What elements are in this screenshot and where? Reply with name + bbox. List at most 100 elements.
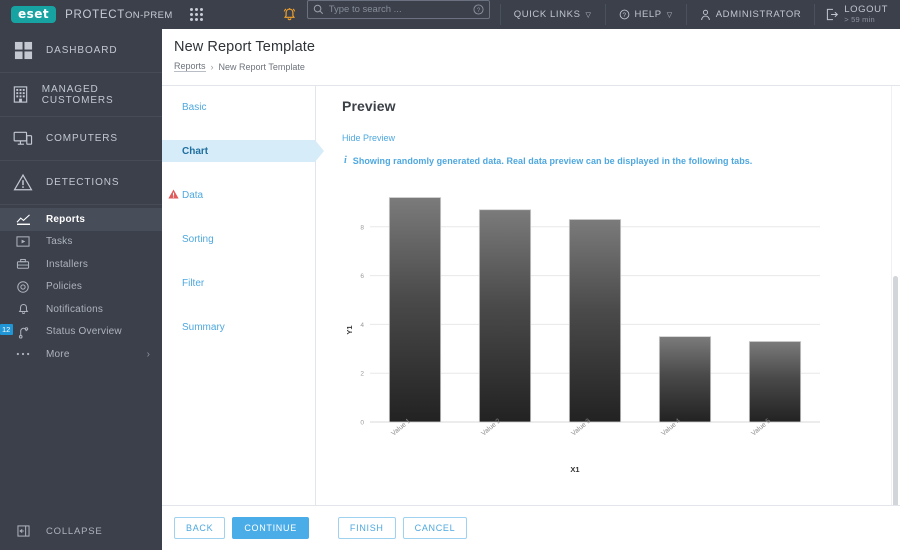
page-header: New Report Template Reports › New Report… (162, 29, 900, 86)
svg-text:4: 4 (360, 322, 364, 329)
sidebar-item-label: Tasks (46, 236, 73, 248)
eset-logo: eset (11, 6, 57, 23)
search-box[interactable]: ? (306, 0, 490, 19)
quick-links-label: QUICK LINKS (513, 9, 581, 20)
administrator-menu[interactable]: ADMINISTRATOR (687, 0, 815, 29)
user-icon (700, 9, 710, 20)
tab-label: Chart (182, 145, 209, 157)
continue-button[interactable]: CONTINUE (232, 517, 309, 539)
breadcrumb-separator-icon: › (210, 61, 214, 72)
bell-icon (0, 302, 46, 316)
product-name: PROTECTON-PREM (65, 9, 173, 21)
scrollbar-thumb[interactable] (893, 276, 898, 511)
sidebar-item-reports[interactable]: Reports (0, 208, 162, 231)
chevron-down-icon: ▽ (585, 11, 592, 19)
sidebar-item-label: Installers (46, 258, 89, 270)
sidebar-item-label: DASHBOARD (46, 45, 118, 56)
product-suffix-text: ON-PREM (125, 9, 173, 21)
breadcrumb-link-reports[interactable]: Reports (174, 61, 206, 72)
vertical-scrollbar[interactable] (891, 86, 900, 550)
svg-text:?: ? (476, 7, 480, 14)
chart-icon (0, 213, 46, 226)
help-label: HELP (634, 9, 662, 20)
header-right-tools: ? QUICK LINKS ▽ ? HELP ▽ (274, 0, 900, 29)
tab-data[interactable]: Data (162, 184, 315, 206)
sidebar-item-label: MANAGED CUSTOMERS (41, 83, 114, 106)
chevron-right-icon: › (146, 348, 150, 360)
tab-spacer (162, 118, 315, 140)
cancel-button[interactable]: CANCEL (402, 517, 468, 539)
sidebar-item-label: COMPUTERS (46, 133, 118, 144)
sidebar-item-status-overview[interactable]: 12 Status Overview (0, 321, 162, 344)
tab-chart[interactable]: Chart (162, 140, 324, 162)
svg-text:2: 2 (360, 371, 364, 378)
sidebar-item-detections[interactable]: DETECTIONS (0, 161, 162, 205)
chart-y-axis-title: Y1 (345, 325, 354, 334)
tab-spacer (162, 162, 315, 184)
logout-icon (827, 8, 839, 21)
quick-links-menu[interactable]: QUICK LINKS ▽ (501, 0, 605, 29)
sidebar-item-policies[interactable]: Policies (0, 276, 162, 299)
session-timer: > 59 min (844, 14, 875, 24)
tab-basic[interactable]: Basic (162, 96, 315, 118)
svg-text:8: 8 (360, 224, 364, 231)
sidebar-item-installers[interactable]: Installers (0, 253, 162, 276)
status-badge: 12 (0, 323, 14, 335)
app-grid-icon[interactable] (189, 8, 203, 21)
sidebar-item-notifications[interactable]: Notifications (0, 298, 162, 321)
sidebar-item-label: More (46, 348, 70, 360)
chart-bar (388, 197, 442, 423)
preview-heading: Preview (342, 98, 396, 114)
policies-icon (0, 280, 46, 294)
search-icon (313, 4, 323, 15)
tab-label: Basic (182, 101, 207, 113)
product-name-text: PROTECT (65, 8, 126, 21)
warning-triangle-icon (0, 173, 46, 192)
tab-summary[interactable]: Summary (162, 316, 315, 338)
sidebar-item-label: Status Overview (46, 326, 122, 338)
ellipsis-icon (0, 351, 46, 357)
finish-button[interactable]: FINISH (337, 517, 396, 539)
collapse-sidebar-button[interactable]: COLLAPSE (0, 520, 162, 542)
page-title: New Report Template (174, 39, 316, 55)
computer-icon (0, 129, 46, 148)
notification-bell-icon[interactable] (274, 0, 305, 29)
hide-preview-link[interactable]: Hide Preview (342, 133, 900, 143)
tab-spacer (162, 294, 315, 316)
main-content: New Report Template Reports › New Report… (162, 29, 900, 550)
sidebar-item-label: DETECTIONS (46, 177, 120, 188)
sidebar-item-more[interactable]: More › (0, 343, 162, 366)
tab-spacer (162, 250, 315, 272)
info-message-text: Showing randomly generated data. Real da… (352, 156, 753, 166)
top-header-bar: eset PROTECTON-PREM Type to search ... ?… (0, 0, 900, 29)
sidebar-item-computers[interactable]: COMPUTERS (0, 117, 162, 161)
tab-label: Summary (182, 321, 225, 333)
brand-area[interactable]: eset PROTECTON-PREM (0, 6, 203, 23)
sidebar-item-tasks[interactable]: Tasks (0, 231, 162, 254)
tab-sorting[interactable]: Sorting (162, 228, 315, 250)
tab-label: Filter (182, 277, 205, 289)
wizard-footer: BACK CONTINUE FINISH CANCEL (162, 505, 900, 550)
help-menu[interactable]: ? HELP ▽ (606, 0, 686, 29)
chart-y-ticks: 0 2 4 6 8 (360, 224, 364, 426)
breadcrumb-current: New Report Template (218, 61, 305, 72)
tab-filter[interactable]: Filter (162, 272, 315, 294)
tab-label: Data (182, 189, 204, 201)
bar-chart: 02468 Value 1 Value 2 Value 3 Value 4 Value … (345, 197, 820, 474)
administrator-label: ADMINISTRATOR (715, 9, 802, 20)
back-button[interactable]: BACK (174, 517, 226, 539)
sidebar-item-managed-customers[interactable]: MANAGED CUSTOMERS (0, 73, 162, 117)
chart-bar (568, 219, 622, 423)
chevron-down-icon: ▽ (666, 11, 673, 19)
sidebar-item-label: Reports (46, 213, 86, 225)
dashboard-grid-icon (0, 41, 46, 60)
logout-label: LOGOUT (844, 3, 888, 15)
chart-bar (748, 341, 802, 423)
tab-label: Sorting (182, 233, 214, 245)
collapse-panel-icon (0, 525, 46, 537)
sidebar-item-dashboard[interactable]: DASHBOARD (0, 29, 162, 73)
logout-button[interactable]: LOGOUT > 59 min (815, 0, 900, 29)
help-circle-icon: ? (619, 9, 629, 20)
wizard-tabs: Basic Chart Data Sorting Filter Summary (162, 86, 324, 550)
search-input[interactable] (328, 4, 473, 15)
